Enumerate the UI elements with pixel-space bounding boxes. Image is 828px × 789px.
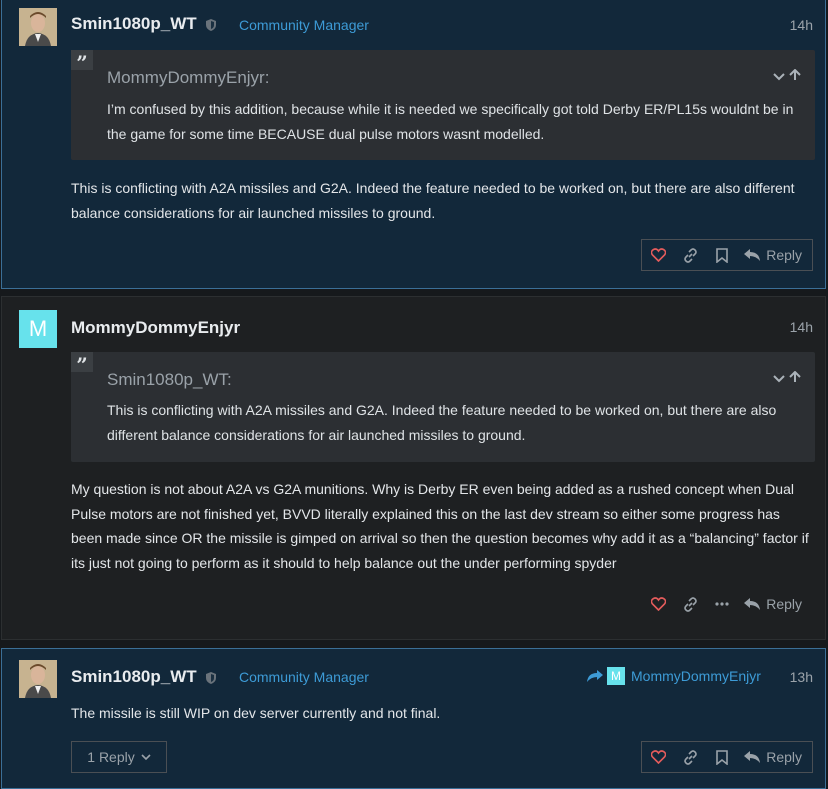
bookmark-button[interactable]	[706, 240, 738, 270]
post-actions: Reply	[641, 741, 813, 773]
user-avatar[interactable]: M	[19, 310, 57, 348]
reply-arrow-icon	[744, 249, 761, 261]
bookmark-button[interactable]	[706, 742, 738, 772]
shield-icon	[206, 672, 216, 684]
quote-text: This is conflicting with A2A missiles an…	[107, 402, 777, 443]
bookmark-icon[interactable]	[716, 749, 729, 765]
copy-link-button[interactable]	[674, 589, 706, 619]
user-title[interactable]: Community Manager	[239, 669, 369, 685]
post-actions: Reply	[641, 239, 813, 271]
like-button[interactable]	[642, 742, 674, 772]
link-icon[interactable]	[683, 749, 698, 765]
user-avatar[interactable]	[19, 660, 57, 698]
reply-arrow-icon	[744, 751, 761, 763]
quote-controls[interactable]	[773, 68, 801, 84]
post-time[interactable]: 14h	[790, 319, 813, 335]
reply-label: Reply	[766, 596, 802, 612]
quote-author: MommyDommyEnjyr:	[107, 68, 270, 87]
post-2: M MommyDommyEnjyr 14h ” Smin1080p_WT: Th…	[1, 296, 826, 640]
shield-icon	[206, 19, 216, 31]
bookmark-icon[interactable]	[716, 247, 729, 263]
reply-button[interactable]: Reply	[738, 589, 812, 619]
avatar-letter: M	[28, 316, 48, 341]
arrow-up-icon[interactable]	[789, 370, 801, 383]
quote-controls[interactable]	[773, 370, 801, 386]
reply-label: Reply	[766, 749, 802, 765]
chevron-down-icon[interactable]	[773, 73, 786, 81]
chevron-down-icon[interactable]	[773, 375, 786, 383]
heart-icon[interactable]	[650, 248, 666, 262]
post-time[interactable]: 13h	[790, 669, 813, 685]
quote-author: Smin1080p_WT:	[107, 370, 232, 389]
username[interactable]: Smin1080p_WT	[71, 667, 197, 687]
quote-text: I’m confused by this addition, because w…	[107, 101, 794, 142]
like-button[interactable]	[642, 240, 674, 270]
reply-to-avatar: M	[607, 667, 625, 685]
post-body: My question is not about A2A vs G2A muni…	[71, 481, 809, 571]
username[interactable]: MommyDommyEnjyr	[71, 318, 240, 338]
quote-block: ” Smin1080p_WT: This is conflicting with…	[71, 352, 815, 462]
post-body: This is conflicting with A2A missiles an…	[71, 180, 795, 221]
quote-block: ” MommyDommyEnjyr: I’m confused by this …	[71, 50, 815, 160]
post-actions: Reply	[641, 588, 813, 620]
replies-count-label: 1 Reply	[87, 749, 135, 765]
reply-button[interactable]: Reply	[738, 240, 812, 270]
reply-to-arrow-icon	[587, 670, 603, 682]
link-icon[interactable]	[683, 247, 698, 263]
post-3: Smin1080p_WT Community Manager M MommyDo…	[1, 648, 826, 789]
copy-link-button[interactable]	[674, 742, 706, 772]
arrow-up-icon[interactable]	[789, 68, 801, 81]
heart-icon[interactable]	[650, 597, 666, 611]
replies-toggle-button[interactable]: 1 Reply	[71, 741, 167, 773]
more-button[interactable]	[706, 589, 738, 619]
post-time[interactable]: 14h	[790, 17, 813, 33]
reply-label: Reply	[766, 247, 802, 263]
quote-icon: ”	[71, 352, 93, 377]
heart-icon[interactable]	[650, 750, 666, 764]
copy-link-button[interactable]	[674, 240, 706, 270]
reply-arrow-icon	[744, 598, 761, 610]
chevron-down-icon	[141, 753, 151, 760]
post-1: Smin1080p_WT Community Manager 14h ” Mom…	[1, 0, 826, 289]
user-avatar[interactable]	[19, 8, 57, 46]
post-body: The missile is still WIP on dev server c…	[71, 705, 441, 721]
link-icon[interactable]	[683, 596, 698, 612]
like-button[interactable]	[642, 589, 674, 619]
reply-to-link[interactable]: M MommyDommyEnjyr	[587, 667, 761, 685]
reply-button[interactable]: Reply	[738, 742, 812, 772]
user-title[interactable]: Community Manager	[239, 17, 369, 33]
username[interactable]: Smin1080p_WT	[71, 14, 197, 34]
quote-icon: ”	[71, 50, 93, 75]
reply-to-username: MommyDommyEnjyr	[631, 668, 761, 684]
more-icon[interactable]	[715, 602, 729, 606]
